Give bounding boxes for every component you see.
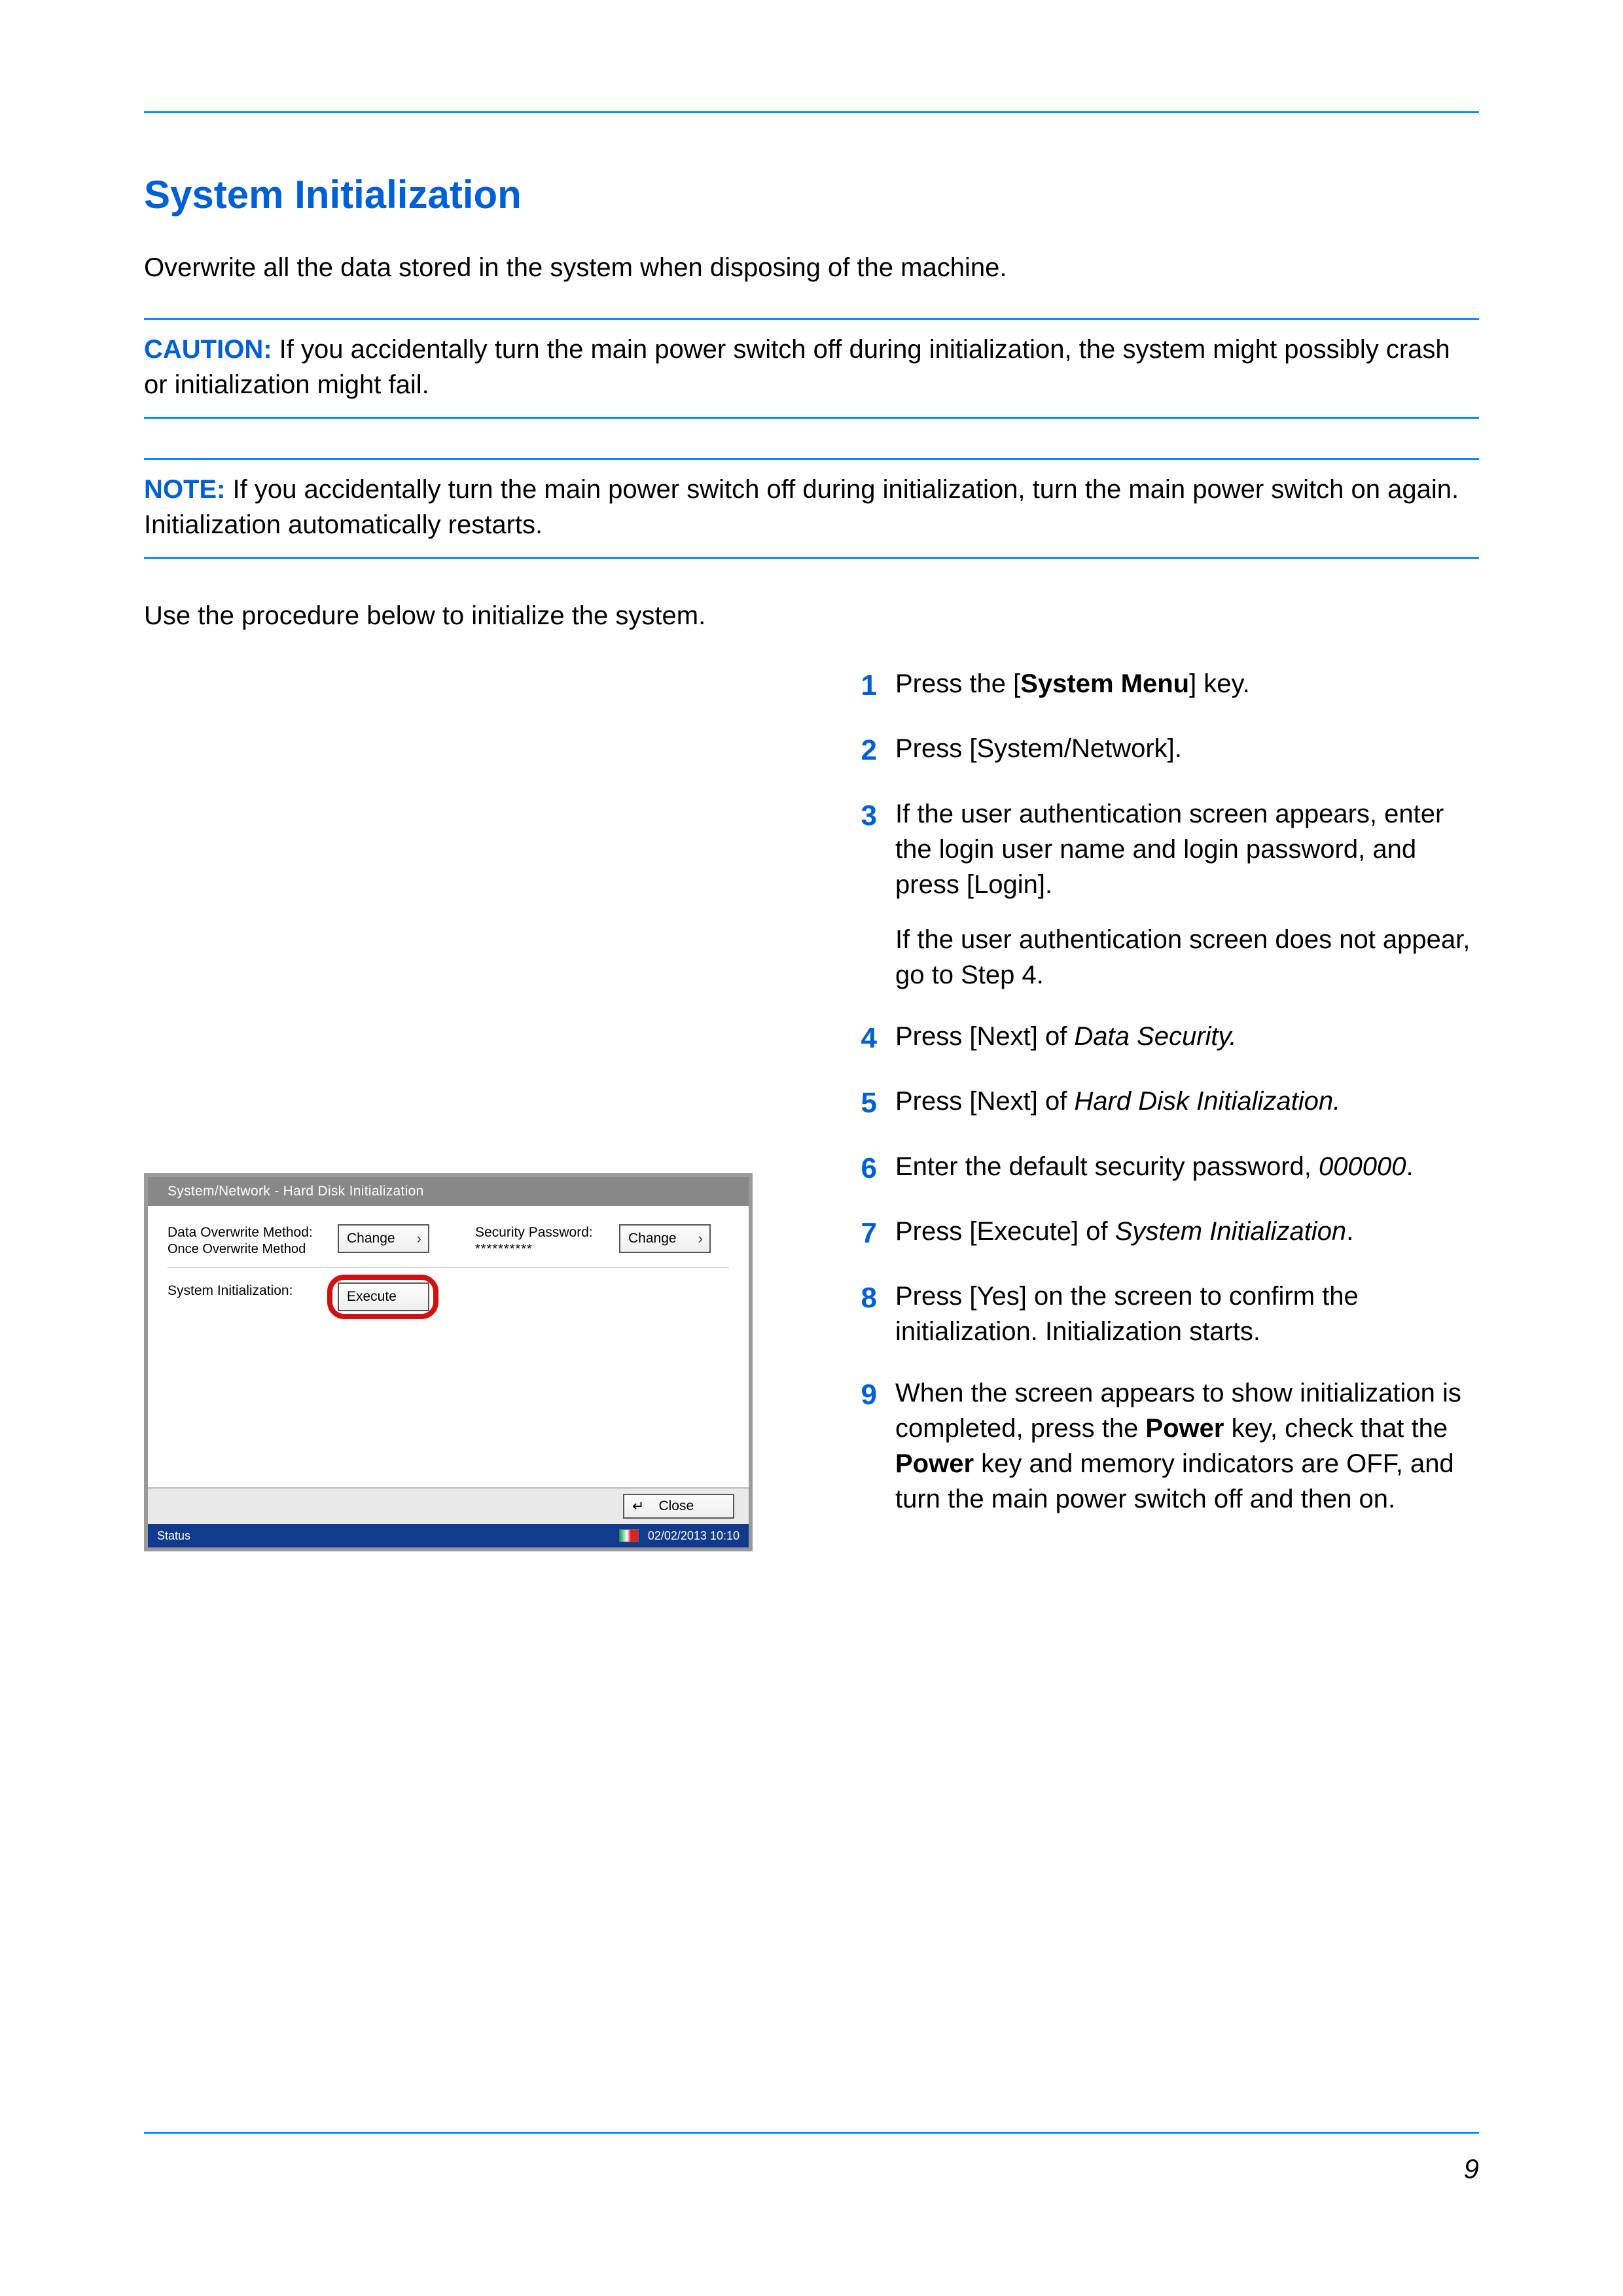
overwrite-method-value: Once Overwrite Method bbox=[168, 1241, 338, 1258]
note-lead: NOTE: bbox=[144, 475, 225, 504]
overwrite-method-label: Data Overwrite Method: bbox=[168, 1224, 338, 1241]
step-5-text: Press [Next] of Hard Disk Initialization… bbox=[895, 1084, 1479, 1122]
caution-text: If you accidentally turn the main power … bbox=[144, 335, 1450, 399]
status-label: Status bbox=[157, 1529, 190, 1543]
device-titlebar: System/Network - Hard Disk Initializatio… bbox=[148, 1177, 749, 1206]
change-overwrite-button[interactable]: Change › bbox=[338, 1224, 429, 1253]
caution-lead: CAUTION: bbox=[144, 335, 272, 364]
step-4-text: Press [Next] of Data Security. bbox=[895, 1019, 1479, 1057]
step-3-text: If the user authentication screen appear… bbox=[895, 796, 1479, 993]
security-password-mask: ********** bbox=[475, 1241, 619, 1258]
note-callout: NOTE: If you accidentally turn the main … bbox=[144, 458, 1479, 559]
step-number: 2 bbox=[831, 731, 895, 769]
change-password-label: Change bbox=[628, 1231, 677, 1246]
leadin-paragraph: Use the procedure below to initialize th… bbox=[144, 598, 1479, 633]
step-number: 6 bbox=[831, 1149, 895, 1188]
device-statusbar: Status 02/02/2013 10:10 bbox=[148, 1524, 749, 1547]
step-7-text: Press [Execute] of System Initialization… bbox=[895, 1214, 1479, 1252]
intro-paragraph: Overwrite all the data stored in the sys… bbox=[144, 250, 1479, 285]
page-number: 9 bbox=[144, 2153, 1479, 2185]
caution-callout: CAUTION: If you accidentally turn the ma… bbox=[144, 318, 1479, 419]
step-number: 3 bbox=[831, 796, 895, 993]
execute-button-label: Execute bbox=[347, 1289, 397, 1305]
close-button-label: Close bbox=[658, 1498, 694, 1514]
step-8-text: Press [Yes] on the screen to confirm the… bbox=[895, 1279, 1479, 1349]
step-1-text: Press the [System Menu] key. bbox=[895, 666, 1479, 705]
chevron-right-icon: › bbox=[417, 1230, 421, 1247]
step-2-text: Press [System/Network]. bbox=[895, 731, 1479, 769]
step-9-text: When the screen appears to show initiali… bbox=[895, 1375, 1479, 1517]
system-init-label: System Initialization: bbox=[168, 1282, 338, 1299]
execute-button[interactable]: Execute bbox=[338, 1282, 429, 1311]
change-password-button[interactable]: Change › bbox=[619, 1224, 711, 1253]
footer-divider bbox=[144, 2132, 1479, 2134]
change-overwrite-label: Change bbox=[347, 1231, 395, 1246]
close-button[interactable]: ↵ Close bbox=[623, 1494, 734, 1519]
security-password-label: Security Password: bbox=[475, 1224, 619, 1241]
step-6-text: Enter the default security password, 000… bbox=[895, 1149, 1479, 1188]
step-number: 5 bbox=[831, 1084, 895, 1122]
top-divider bbox=[144, 111, 1479, 113]
status-datetime: 02/02/2013 10:10 bbox=[648, 1529, 740, 1543]
step-number: 7 bbox=[831, 1214, 895, 1252]
flag-icon bbox=[619, 1529, 639, 1542]
step-number: 9 bbox=[831, 1375, 895, 1517]
chevron-right-icon: › bbox=[698, 1230, 703, 1247]
section-heading: System Initialization bbox=[144, 172, 1479, 217]
device-panel: System/Network - Hard Disk Initializatio… bbox=[144, 1173, 753, 1551]
return-icon: ↵ bbox=[632, 1498, 644, 1515]
note-text: If you accidentally turn the main power … bbox=[144, 475, 1459, 539]
step-number: 1 bbox=[831, 666, 895, 705]
step-number: 4 bbox=[831, 1019, 895, 1057]
step-number: 8 bbox=[831, 1279, 895, 1349]
